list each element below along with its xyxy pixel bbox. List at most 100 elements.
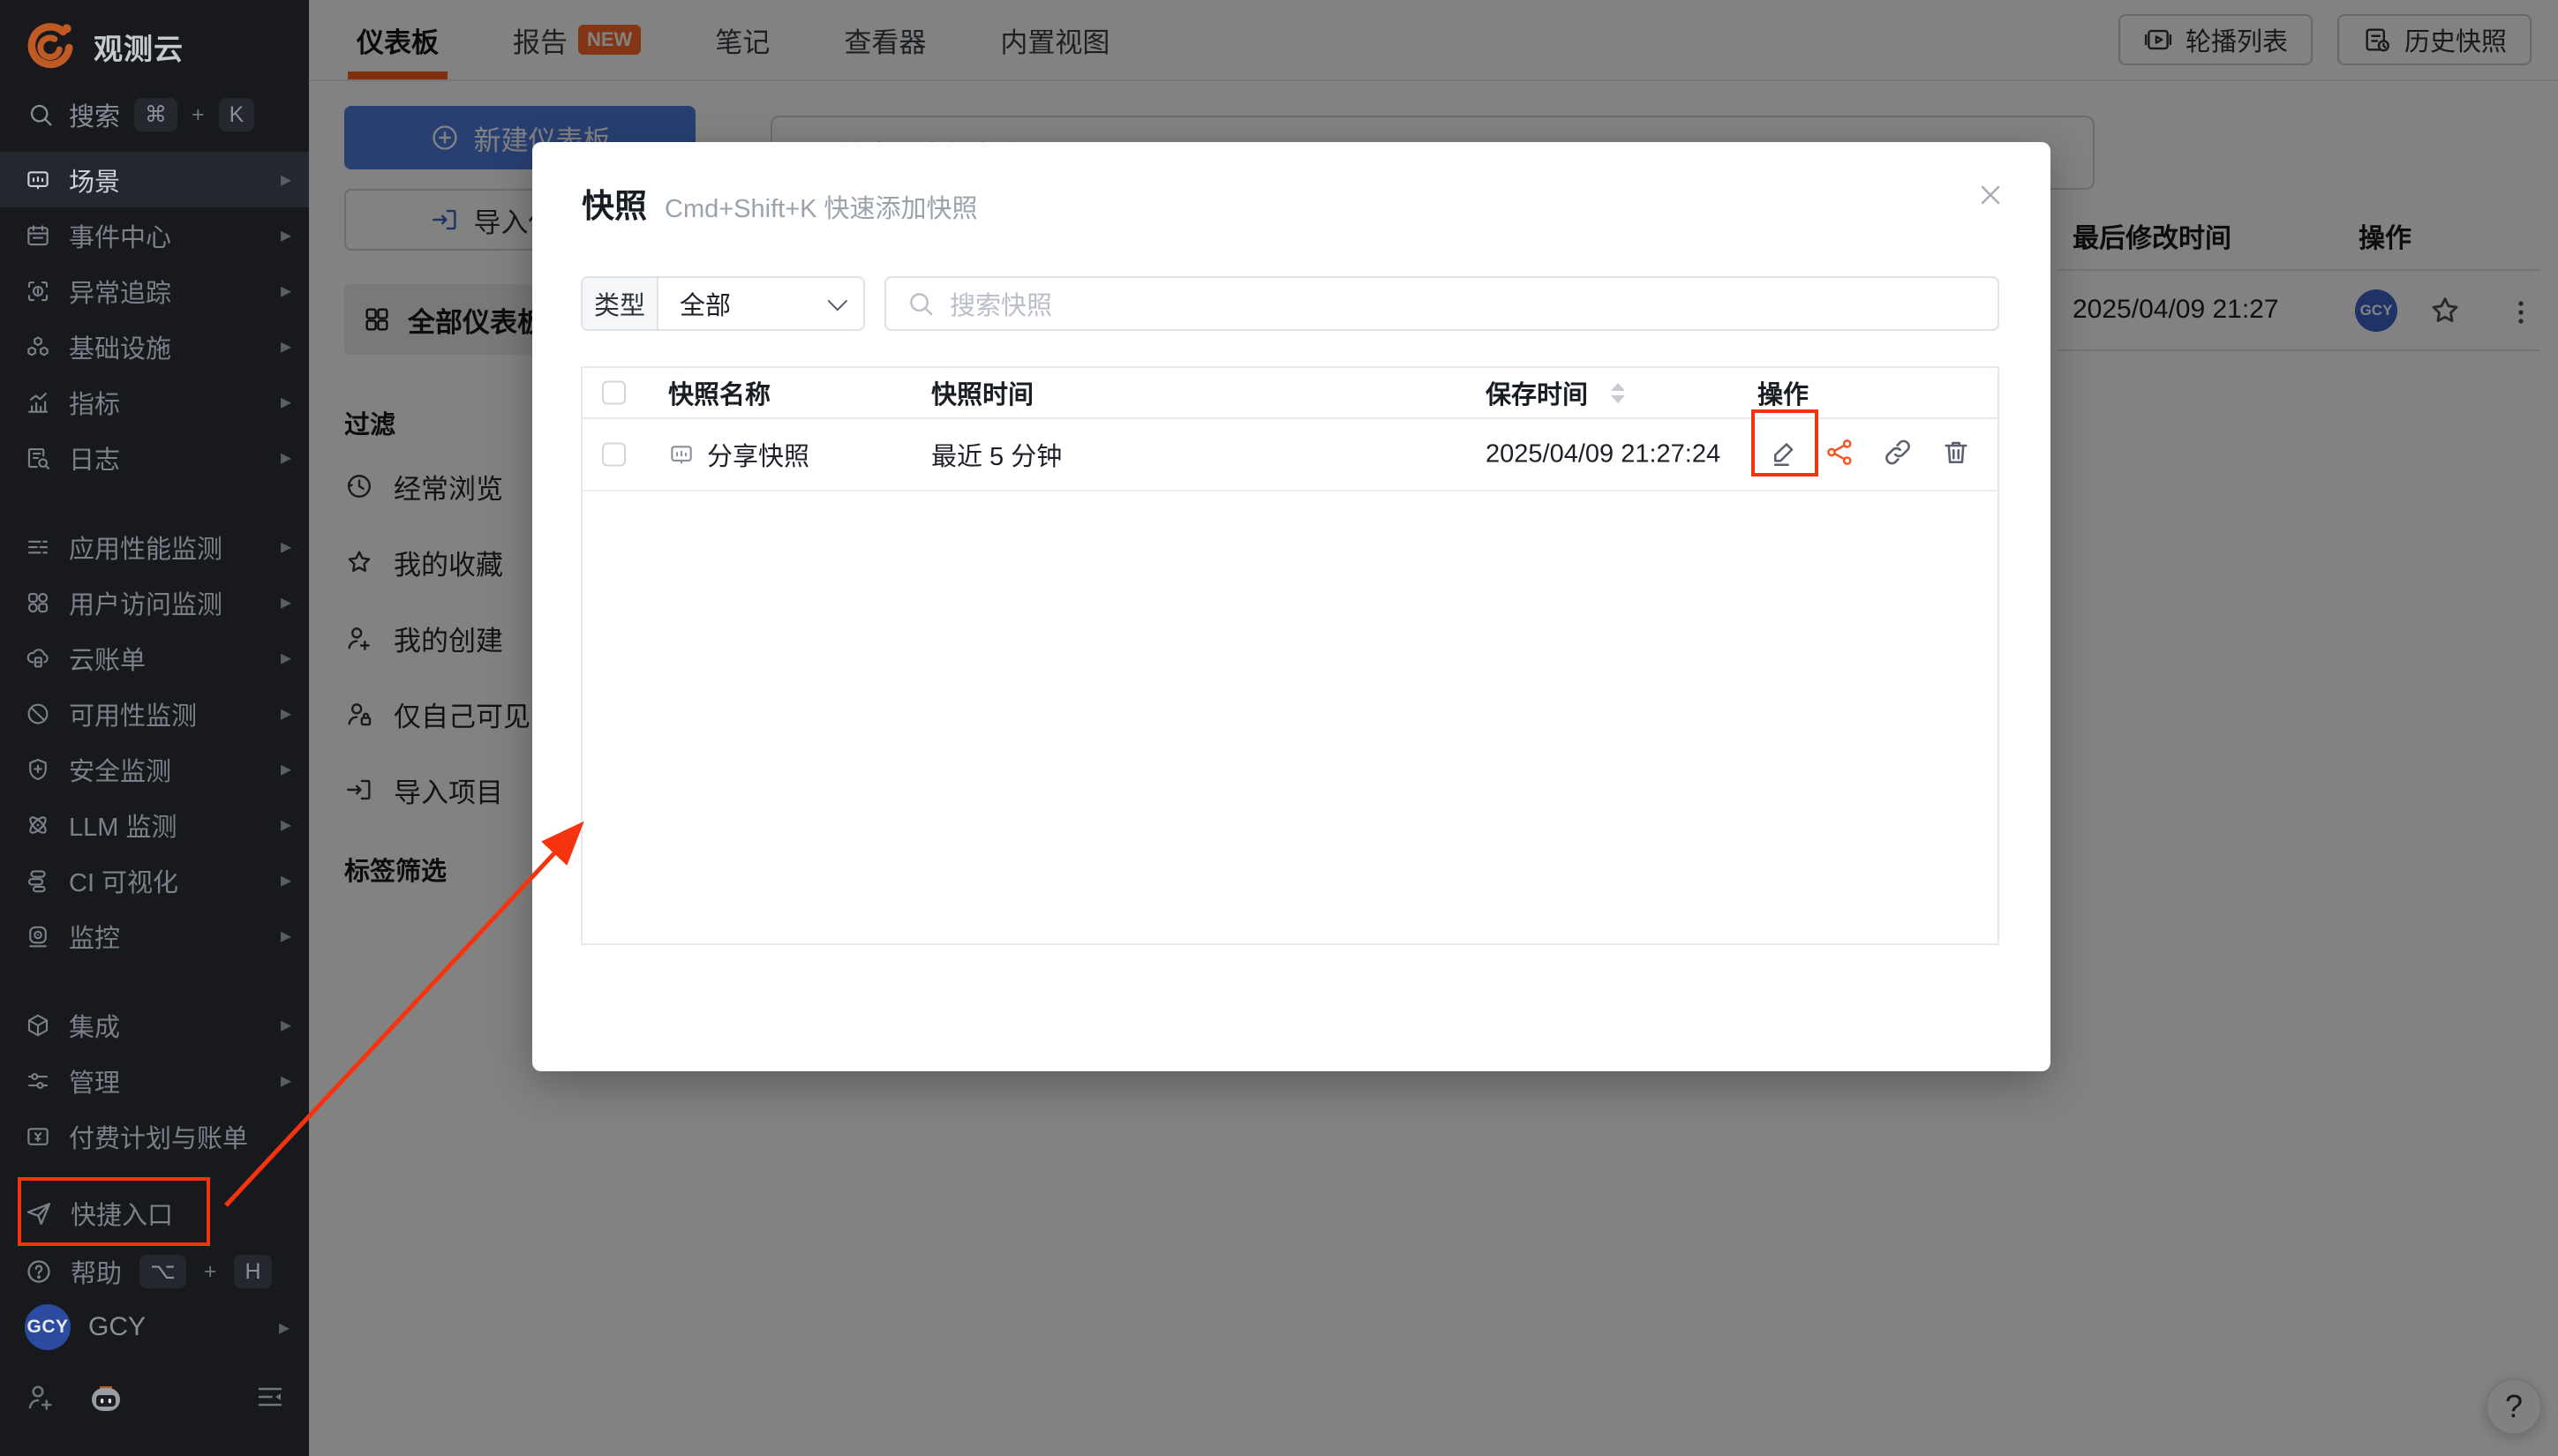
row-checkbox[interactable]	[602, 443, 626, 467]
chevron-right-icon: ▸	[281, 867, 291, 893]
modal-subtitle: Cmd+Shift+K 快速添加快照	[665, 188, 978, 225]
sidebar-item-label: 场景	[69, 161, 120, 199]
assistant-robot-icon[interactable]	[85, 1376, 127, 1418]
sidebar-item-label: 事件中心	[69, 217, 171, 254]
quick-entry-label: 快捷入口	[71, 1195, 173, 1232]
sidebar-item-chart[interactable]: 指标▸	[0, 374, 309, 430]
sidebar-item-label: 日志	[69, 439, 120, 477]
search-icon	[26, 101, 55, 129]
sidebar-item-billing[interactable]: 付费计划与账单	[0, 1108, 309, 1164]
sidebar-user[interactable]: GCY GCY ▸	[0, 1299, 309, 1355]
camera-icon	[25, 923, 51, 949]
sidebar: 观测云 搜索 ⌘ + K 场景▸事件中心▸异常追踪▸基础设施▸指标▸日志▸应用性…	[0, 0, 309, 1456]
trash-icon	[1940, 437, 1972, 469]
saved-time-cell: 2025/04/09 21:27:24	[1486, 440, 1720, 469]
sidebar-item-cloudbill[interactable]: 云账单 ▸	[0, 630, 309, 686]
sidebar-item-shieldplus[interactable]: 安全监测▸	[0, 741, 309, 797]
type-select[interactable]: 全部	[657, 276, 865, 331]
sidebar-item-hexes[interactable]: 基础设施▸	[0, 319, 309, 374]
chevron-right-icon: ▸	[281, 534, 291, 559]
sidebar-item-label: 付费计划与账单	[69, 1118, 248, 1155]
sidebar-item-logsearch[interactable]: 日志▸	[0, 430, 309, 485]
sidebar-item-sliders[interactable]: 管理 ▸	[0, 1053, 309, 1108]
column-header: 快照时间	[931, 374, 1034, 411]
sidebar-item-monitor[interactable]: 场景▸	[0, 152, 309, 207]
chevron-right-icon: ▸	[281, 701, 291, 726]
snapshot-search-input[interactable]: 搜索快照	[884, 276, 1999, 331]
chevron-right-icon: ▸	[279, 1315, 290, 1340]
sidebar-item-calendar[interactable]: 事件中心▸	[0, 207, 309, 263]
kbd-k: K	[219, 98, 255, 131]
modal-title: 快照	[582, 179, 647, 227]
invite-user-icon[interactable]	[25, 1381, 56, 1413]
snapshot-name: 分享快照	[707, 436, 809, 473]
chevron-right-icon: ▸	[281, 645, 291, 671]
atom-icon	[25, 812, 51, 838]
chevron-right-icon: ▸	[281, 589, 291, 615]
sidebar-item-label: 管理	[69, 1062, 120, 1100]
sidebar-item-apm[interactable]: 应用性能监测 ▸	[0, 519, 309, 574]
rum-icon	[25, 589, 51, 616]
column-header-label: 保存时间	[1486, 374, 1588, 411]
snapshot-search-placeholder: 搜索快照	[950, 285, 1052, 322]
collapse-sidebar-icon[interactable]	[254, 1381, 286, 1413]
column-header-label: 快照时间	[931, 374, 1034, 411]
snapshot-table: 快照名称快照时间保存时间操作 分享快照最近 5 分钟2025/04/09 21:…	[581, 366, 1999, 945]
shieldplus-icon	[25, 756, 51, 783]
type-filter: 类型 全部	[581, 276, 865, 331]
sidebar-item-rum[interactable]: 用户访问监测 ▸	[0, 574, 309, 630]
table-header-row: 快照名称 快照时间 保存时间 操作	[583, 368, 1997, 419]
sidebar-item-label: 应用性能监测	[69, 529, 222, 566]
sidebar-item-label: LLM 监测	[69, 807, 177, 844]
scan-icon	[25, 278, 51, 304]
chevron-down-icon	[828, 291, 848, 311]
column-header-label: 操作	[1757, 374, 1809, 411]
billing-icon	[25, 1123, 51, 1150]
sidebar-item-label: 集成	[69, 1007, 120, 1044]
sidebar-item-scan[interactable]: 异常追踪 ▸	[0, 263, 309, 319]
cube-icon	[25, 1012, 51, 1039]
sidebar-item-label: 异常追踪	[69, 273, 171, 310]
calendar-icon	[25, 222, 51, 249]
type-label: 类型	[581, 276, 657, 331]
kbd-h: H	[234, 1255, 271, 1288]
sidebar-item-slashcircle[interactable]: 可用性监测 ▸	[0, 686, 309, 741]
sidebar-item-pipeline[interactable]: CI 可视化▸	[0, 852, 309, 908]
linkchain-icon	[1882, 437, 1914, 469]
sidebar-item-quick-entry[interactable]: 快捷入口	[0, 1182, 309, 1244]
pencil-icon	[1768, 437, 1800, 469]
sharenodes-icon	[1824, 437, 1855, 469]
modal-filter-bar: 类型 全部 搜索快照	[581, 276, 1999, 331]
column-header-label: 快照名称	[668, 374, 771, 411]
chevron-right-icon: ▸	[281, 278, 291, 304]
delete-action[interactable]	[1940, 437, 1972, 473]
hexes-icon	[25, 334, 51, 360]
copy-link-action[interactable]	[1882, 437, 1914, 473]
sidebar-search-label: 搜索	[69, 96, 120, 133]
sidebar-item-label: 用户访问监测	[69, 584, 222, 621]
sidebar-item-cube[interactable]: 集成 ▸	[0, 997, 309, 1053]
chevron-right-icon: ▸	[281, 1012, 291, 1038]
edit-action[interactable]	[1768, 437, 1800, 473]
snapshot-modal: 快照 Cmd+Shift+K 快速添加快照 类型 全部 搜索快照 快照名称 快照时…	[532, 142, 2050, 1071]
sidebar-item-camera[interactable]: 监控▸	[0, 908, 309, 964]
close-icon[interactable]	[1975, 179, 2006, 211]
slashcircle-icon	[25, 701, 51, 727]
chevron-right-icon: ▸	[281, 812, 291, 837]
sidebar-bottom-bar	[0, 1366, 309, 1428]
chart-icon	[25, 389, 51, 416]
sidebar-item-atom[interactable]: LLM 监测 ▸	[0, 797, 309, 852]
search-icon	[906, 289, 936, 319]
help-label: 帮助	[71, 1253, 122, 1290]
brand-name: 观测云	[94, 26, 184, 68]
share-action[interactable]	[1824, 437, 1855, 473]
chevron-right-icon: ▸	[281, 389, 291, 415]
sidebar-item-help[interactable]: 帮助 ⌥ + H	[0, 1246, 309, 1297]
sort-icon[interactable]	[1611, 383, 1625, 403]
sidebar-item-label: 可用性监测	[69, 695, 197, 732]
sidebar-search[interactable]: 搜索 ⌘ + K	[0, 86, 309, 143]
select-all-checkbox[interactable]	[602, 381, 626, 405]
paper-plane-icon	[25, 1199, 53, 1227]
chevron-right-icon: ▸	[281, 1068, 291, 1093]
sidebar-item-label: 云账单	[69, 640, 146, 677]
